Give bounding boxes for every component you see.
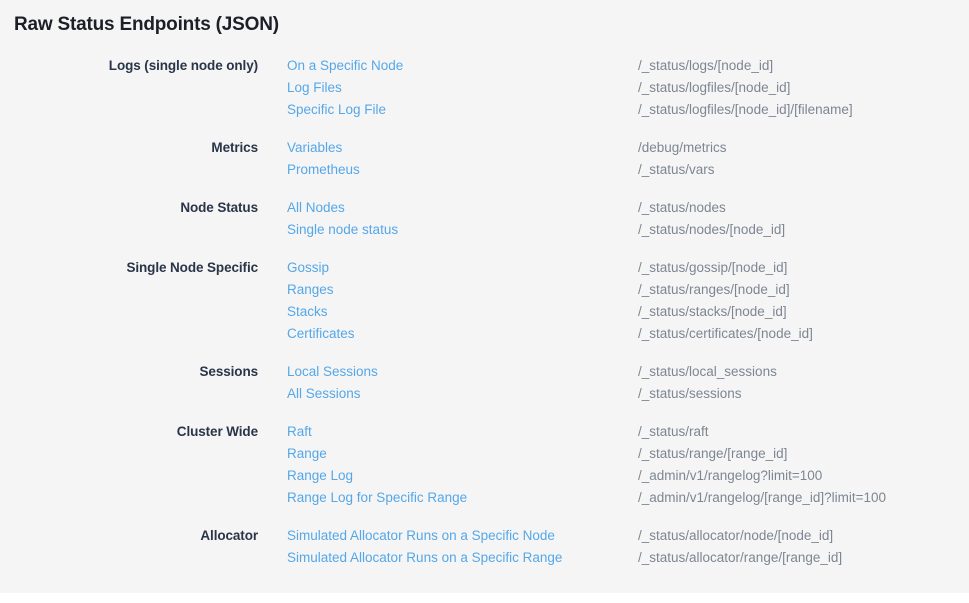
- endpoint-sections: Logs (single node only)On a Specific Nod…: [14, 55, 969, 569]
- endpoint-section: MetricsVariables/debug/metricsPrometheus…: [14, 137, 969, 181]
- category-spacer: [14, 547, 287, 569]
- debug-page-viewport: Raw Status Endpoints (JSON) Logs (single…: [0, 0, 969, 603]
- endpoint-path: /_status/allocator/range/[range_id]: [638, 547, 969, 569]
- category-spacer: [14, 301, 287, 323]
- endpoint-path: /_status/logs/[node_id]: [638, 55, 969, 77]
- raw-status-endpoints-panel: Raw Status Endpoints (JSON) Logs (single…: [0, 0, 969, 593]
- endpoint-path: /_status/vars: [638, 159, 969, 181]
- category-spacer: [14, 77, 287, 99]
- endpoint-link[interactable]: Range Log for Specific Range: [287, 487, 638, 509]
- category-spacer: [14, 383, 287, 405]
- endpoint-link[interactable]: Certificates: [287, 323, 638, 345]
- endpoint-path: /_status/logfiles/[node_id]: [638, 77, 969, 99]
- endpoint-link[interactable]: Gossip: [287, 257, 638, 279]
- category-spacer: [14, 279, 287, 301]
- category-spacer: [14, 323, 287, 345]
- endpoint-path: /_status/local_sessions: [638, 361, 969, 383]
- endpoint-link[interactable]: Simulated Allocator Runs on a Specific N…: [287, 525, 638, 547]
- endpoint-section: AllocatorSimulated Allocator Runs on a S…: [14, 525, 969, 569]
- category-label: Metrics: [14, 137, 287, 159]
- endpoint-link[interactable]: Specific Log File: [287, 99, 638, 121]
- endpoint-path: /_status/allocator/node/[node_id]: [638, 525, 969, 547]
- endpoint-path: /_status/nodes: [638, 197, 969, 219]
- endpoint-section: Logs (single node only)On a Specific Nod…: [14, 55, 969, 121]
- endpoint-link[interactable]: Simulated Allocator Runs on a Specific R…: [287, 547, 638, 569]
- category-spacer: [14, 99, 287, 121]
- endpoint-link[interactable]: Stacks: [287, 301, 638, 323]
- endpoint-path: /_status/ranges/[node_id]: [638, 279, 969, 301]
- page-title: Raw Status Endpoints (JSON): [14, 14, 969, 36]
- endpoint-path: /_status/logfiles/[node_id]/[filename]: [638, 99, 969, 121]
- endpoint-path: /debug/metrics: [638, 137, 969, 159]
- category-label: Sessions: [14, 361, 287, 383]
- endpoint-link[interactable]: Variables: [287, 137, 638, 159]
- category-label: Single Node Specific: [14, 257, 287, 279]
- endpoint-section: Single Node SpecificGossip/_status/gossi…: [14, 257, 969, 345]
- category-label: Allocator: [14, 525, 287, 547]
- endpoint-path: /_status/stacks/[node_id]: [638, 301, 969, 323]
- bottom-edge: [0, 593, 969, 603]
- category-spacer: [14, 443, 287, 465]
- category-spacer: [14, 159, 287, 181]
- endpoint-section: Node StatusAll Nodes/_status/nodesSingle…: [14, 197, 969, 241]
- endpoint-link[interactable]: Ranges: [287, 279, 638, 301]
- category-label: Cluster Wide: [14, 421, 287, 443]
- endpoint-path: /_status/nodes/[node_id]: [638, 219, 969, 241]
- endpoint-link[interactable]: All Nodes: [287, 197, 638, 219]
- endpoint-link[interactable]: Log Files: [287, 77, 638, 99]
- endpoint-path: /_status/range/[range_id]: [638, 443, 969, 465]
- endpoint-path: /_admin/v1/rangelog?limit=100: [638, 465, 969, 487]
- endpoint-link[interactable]: Prometheus: [287, 159, 638, 181]
- endpoint-link[interactable]: Range: [287, 443, 638, 465]
- endpoint-link[interactable]: On a Specific Node: [287, 55, 638, 77]
- endpoint-path: /_status/certificates/[node_id]: [638, 323, 969, 345]
- endpoint-section: Cluster WideRaft/_status/raftRange/_stat…: [14, 421, 969, 509]
- category-label: Node Status: [14, 197, 287, 219]
- endpoint-path: /_status/raft: [638, 421, 969, 443]
- endpoint-link[interactable]: All Sessions: [287, 383, 638, 405]
- endpoint-link[interactable]: Single node status: [287, 219, 638, 241]
- endpoint-link[interactable]: Range Log: [287, 465, 638, 487]
- category-spacer: [14, 487, 287, 509]
- category-spacer: [14, 465, 287, 487]
- endpoint-path: /_status/gossip/[node_id]: [638, 257, 969, 279]
- category-label: Logs (single node only): [14, 55, 287, 77]
- endpoint-link[interactable]: Raft: [287, 421, 638, 443]
- endpoint-path: /_admin/v1/rangelog/[range_id]?limit=100: [638, 487, 969, 509]
- endpoint-link[interactable]: Local Sessions: [287, 361, 638, 383]
- endpoint-section: SessionsLocal Sessions/_status/local_ses…: [14, 361, 969, 405]
- category-spacer: [14, 219, 287, 241]
- endpoint-path: /_status/sessions: [638, 383, 969, 405]
